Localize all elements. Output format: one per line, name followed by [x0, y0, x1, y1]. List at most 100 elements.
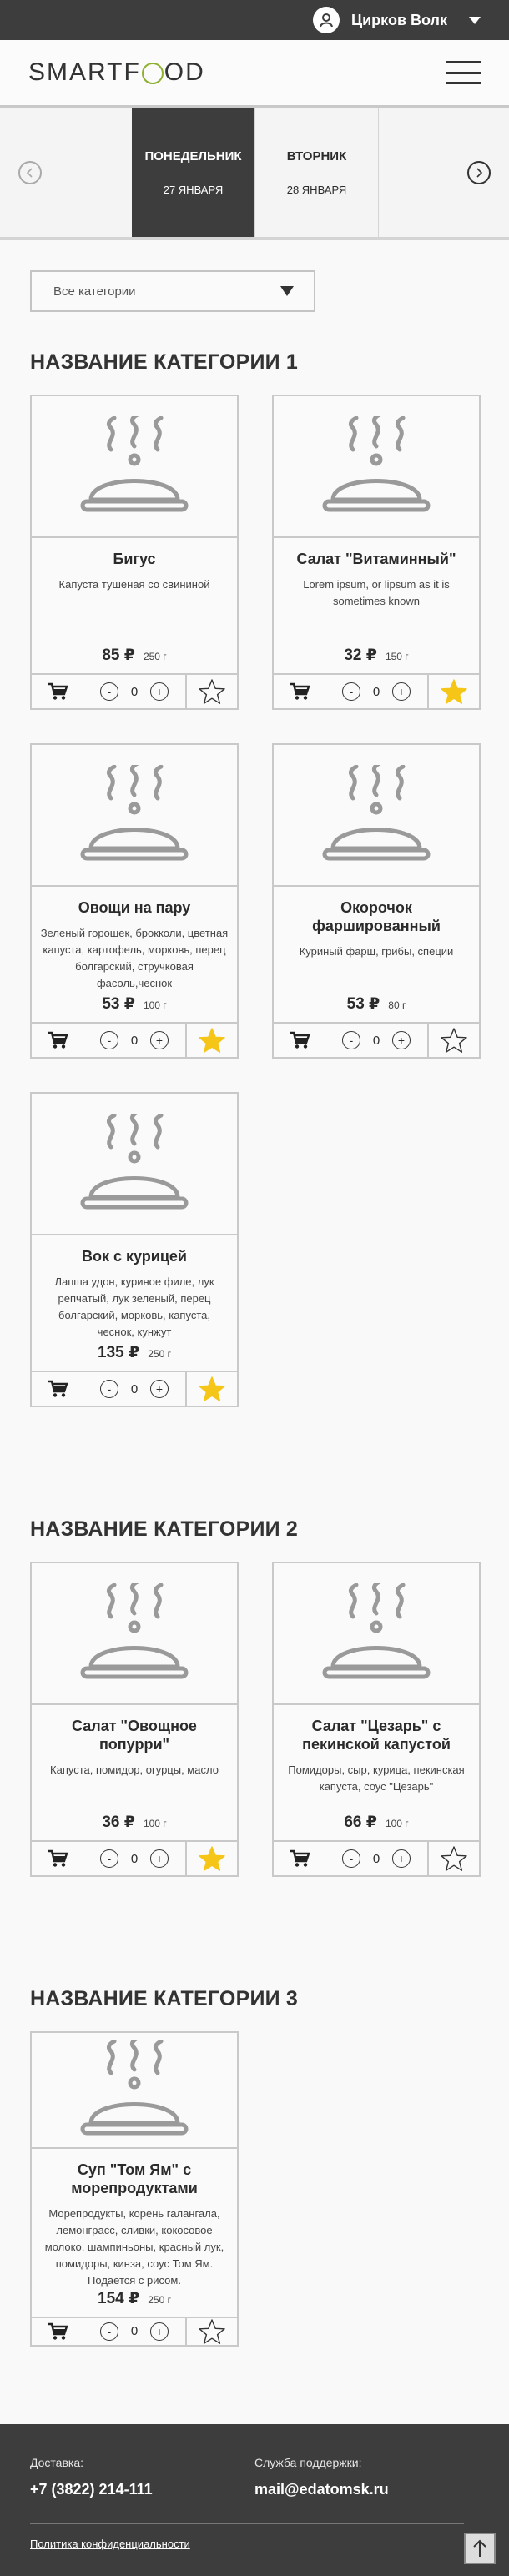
- day-tab-tuesday[interactable]: ВТОРНИК 28 ЯНВАРЯ: [255, 108, 379, 237]
- card-actions: -0 +: [32, 1371, 237, 1406]
- burger-menu-icon[interactable]: [446, 61, 481, 84]
- logo[interactable]: SMARTF OD: [28, 58, 205, 87]
- dish-grid: Салат "Овощное попурри" Капуста, помидор,…: [30, 1562, 481, 1877]
- star-icon[interactable]: [185, 675, 237, 708]
- dish-description: Зеленый горошек, брокколи, цветная капус…: [40, 927, 229, 989]
- dish-title[interactable]: Суп "Том Ям" с морепродуктами: [40, 2161, 229, 2197]
- dish-card[interactable]: Бигус Капуста тушеная со свининой 85 ₽ 250 …: [30, 395, 239, 710]
- chevron-down-icon[interactable]: [469, 16, 481, 24]
- user-icon[interactable]: [312, 7, 340, 33]
- dish-info: Окорочок фаршированный Куриный фарш, гриб…: [274, 887, 479, 1022]
- dish-info: Салат "Цезарь" с пекинской капустой Помид…: [274, 1705, 479, 1840]
- plus-icon[interactable]: +: [150, 1849, 169, 1868]
- price-row: 154 ₽ 250 г: [98, 2289, 171, 2317]
- cart-icon[interactable]: [32, 1024, 83, 1057]
- minus-icon[interactable]: -: [100, 682, 118, 701]
- dish-card[interactable]: Суп "Том Ям" с морепродуктами Морепродукт…: [30, 2031, 239, 2347]
- dish-cloche-icon: [322, 416, 431, 512]
- arrow-left-icon[interactable]: [18, 161, 42, 184]
- star-icon[interactable]: [185, 2317, 237, 2345]
- cart-icon[interactable]: [32, 675, 83, 708]
- minus-icon[interactable]: -: [100, 2322, 118, 2341]
- dish-card[interactable]: Овощи на пару Зеленый горошек, брокколи, …: [30, 743, 239, 1059]
- star-icon[interactable]: [427, 1024, 479, 1057]
- cart-icon[interactable]: [274, 1842, 325, 1875]
- star-icon[interactable]: [185, 1372, 237, 1406]
- minus-icon[interactable]: -: [100, 1031, 118, 1049]
- quantity-value: 0: [372, 1851, 380, 1866]
- delivery-label: Доставка:: [30, 2456, 84, 2469]
- day-date: 27 ЯНВАРЯ: [163, 184, 224, 196]
- dish-image[interactable]: [274, 745, 479, 887]
- price-row: 36 ₽ 100 г: [102, 1813, 166, 1840]
- dish-image[interactable]: [32, 396, 237, 538]
- plus-icon[interactable]: +: [150, 1380, 169, 1398]
- price-row: 53 ₽ 100 г: [102, 994, 166, 1022]
- dish-card[interactable]: Окорочок фаршированный Куриный фарш, гриб…: [272, 743, 481, 1059]
- dish-image[interactable]: [32, 2033, 237, 2149]
- delivery-phone[interactable]: +7 (3822) 214-111: [30, 2481, 254, 2498]
- dish-description: Лапша удон, куриное филе, лук репчатый, …: [54, 1275, 214, 1338]
- dish-title[interactable]: Салат "Витаминный": [296, 550, 456, 568]
- logo-o-icon: [141, 63, 164, 84]
- cart-icon[interactable]: [32, 1372, 83, 1406]
- card-actions: -0 +: [274, 1022, 479, 1057]
- support-email[interactable]: mail@edatomsk.ru: [254, 2481, 479, 2498]
- dish-image[interactable]: [274, 396, 479, 538]
- minus-icon[interactable]: -: [342, 682, 360, 701]
- dish-title[interactable]: Окорочок фаршированный: [282, 898, 471, 935]
- arrow-right-icon[interactable]: [467, 161, 491, 184]
- dish-card[interactable]: Вок с курицей Лапша удон, куриное филе, л…: [30, 1092, 239, 1407]
- quantity-value: 0: [130, 684, 139, 699]
- price-row: 135 ₽ 250 г: [98, 1343, 171, 1371]
- plus-icon[interactable]: +: [150, 2322, 169, 2341]
- dish-title[interactable]: Салат "Овощное попурри": [40, 1717, 229, 1753]
- quantity-stepper: -0 +: [83, 1842, 185, 1875]
- dish-price: 53 ₽: [102, 995, 135, 1013]
- plus-icon[interactable]: +: [392, 1031, 411, 1049]
- plus-icon[interactable]: +: [392, 682, 411, 701]
- card-actions: -0 +: [32, 673, 237, 708]
- card-actions: -0 +: [274, 673, 479, 708]
- dish-card[interactable]: Салат "Цезарь" с пекинской капустой Помид…: [272, 1562, 481, 1877]
- plus-icon[interactable]: +: [150, 1031, 169, 1049]
- minus-icon[interactable]: -: [100, 1380, 118, 1398]
- minus-icon[interactable]: -: [100, 1849, 118, 1868]
- dish-card[interactable]: Салат "Овощное попурри" Капуста, помидор,…: [30, 1562, 239, 1877]
- user-name[interactable]: Цирков Волк: [351, 12, 447, 29]
- dish-price: 66 ₽: [344, 1814, 377, 1831]
- cart-icon[interactable]: [274, 1024, 325, 1057]
- minus-icon[interactable]: -: [342, 1849, 360, 1868]
- star-icon[interactable]: [185, 1024, 237, 1057]
- cart-icon[interactable]: [32, 1842, 83, 1875]
- dish-image[interactable]: [32, 1563, 237, 1705]
- day-tab-monday[interactable]: ПОНЕДЕЛЬНИК 27 ЯНВАРЯ: [132, 108, 255, 237]
- star-icon[interactable]: [427, 1842, 479, 1875]
- dish-price: 32 ₽: [344, 647, 377, 664]
- dish-image[interactable]: [274, 1563, 479, 1705]
- plus-icon[interactable]: +: [392, 1849, 411, 1868]
- header: SMARTF OD: [0, 40, 509, 108]
- cart-icon[interactable]: [32, 2318, 83, 2346]
- plus-icon[interactable]: +: [150, 682, 169, 701]
- dish-title[interactable]: Бигус: [113, 550, 155, 568]
- day-selector: ПОНЕДЕЛЬНИК 27 ЯНВАРЯ ВТОРНИК 28 ЯНВАРЯ: [0, 108, 509, 240]
- dish-title[interactable]: Овощи на пару: [78, 898, 191, 917]
- quantity-value: 0: [130, 2324, 139, 2339]
- category-select[interactable]: Все категории: [30, 270, 315, 312]
- dish-weight: 80 г: [388, 999, 406, 1011]
- menu-content: Все категории НАЗВАНИЕ КАТЕГОРИИ 1 Бигус К…: [0, 240, 509, 2347]
- star-icon[interactable]: [185, 1842, 237, 1875]
- minus-icon[interactable]: -: [342, 1031, 360, 1049]
- star-icon[interactable]: [427, 675, 479, 708]
- arrow-up-icon[interactable]: [464, 2533, 496, 2564]
- dish-title[interactable]: Вок с курицей: [82, 1247, 187, 1265]
- dish-card[interactable]: Салат "Витаминный" Lorem ipsum, or lipsum…: [272, 395, 481, 710]
- dish-weight: 100 г: [143, 1818, 167, 1829]
- dish-image[interactable]: [32, 745, 237, 887]
- price-row: 66 ₽ 100 г: [344, 1813, 408, 1840]
- privacy-policy-link[interactable]: Политика конфиденциальности: [30, 2538, 190, 2550]
- cart-icon[interactable]: [274, 675, 325, 708]
- dish-image[interactable]: [32, 1094, 237, 1235]
- dish-title[interactable]: Салат "Цезарь" с пекинской капустой: [282, 1717, 471, 1753]
